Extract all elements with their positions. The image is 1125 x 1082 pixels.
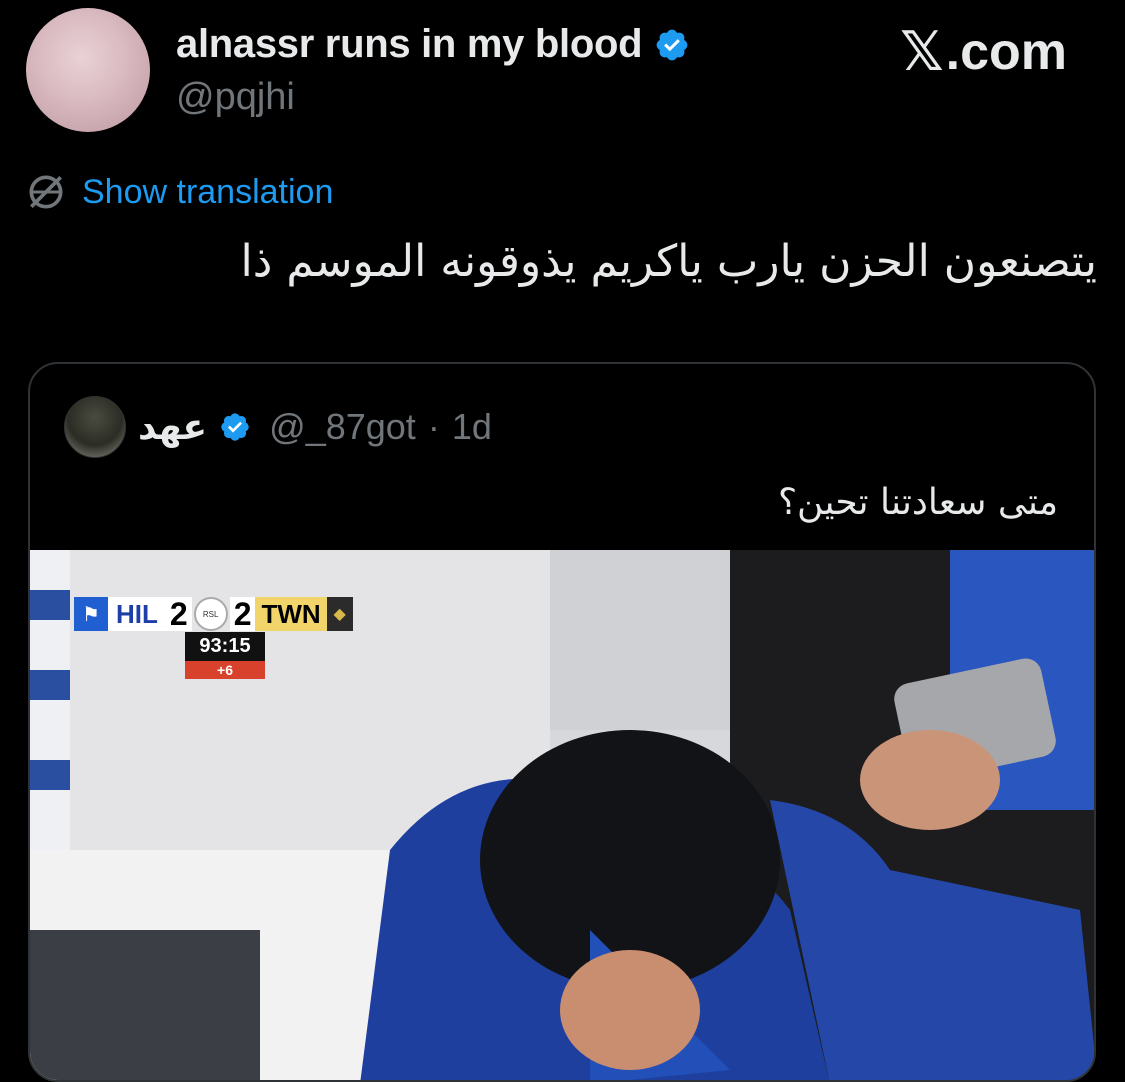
author-display-name[interactable]: alnassr runs in my blood: [176, 22, 643, 67]
away-team-logo-icon: ◆: [326, 597, 353, 631]
verified-badge-icon: [656, 29, 688, 60]
away-team-code: TWN: [255, 597, 327, 631]
tweet-text: يتصنعون الحزن يارب ياكريم يذوقونه الموسم…: [240, 236, 1097, 287]
quoted-tweet-media[interactable]: ⚑ HIL 2 RSL 2 TWN ◆ 93:15 +6: [30, 550, 1094, 1080]
match-clock: 93:15: [185, 632, 265, 661]
away-score: 2: [229, 596, 256, 632]
quoted-author-name[interactable]: عهد: [138, 407, 207, 448]
match-clock-box: 93:15 +6: [185, 632, 265, 679]
quoted-tweet-card[interactable]: عهد @_87got · 1d متى سعادتنا تحين؟ ⚑ HIL…: [28, 362, 1096, 1082]
home-score: 2: [165, 596, 192, 632]
quoted-author-handle[interactable]: @_87got: [269, 406, 416, 448]
home-team-code: HIL: [108, 597, 166, 631]
author-avatar[interactable]: [26, 8, 150, 132]
site-watermark: 𝕏 .com: [900, 20, 1067, 83]
scoreboard: ⚑ HIL 2 RSL 2 TWN ◆: [74, 596, 353, 632]
league-badge: RSL: [193, 597, 228, 631]
added-time: +6: [185, 661, 265, 679]
show-translation-label[interactable]: Show translation: [82, 173, 333, 212]
author-handle[interactable]: @pqjhi: [176, 76, 295, 119]
meta-separator: ·: [427, 406, 440, 447]
verified-badge-icon: [221, 413, 249, 441]
show-translation-link[interactable]: Show translation: [24, 170, 333, 214]
quoted-tweet-header: عهد @_87got · 1d: [64, 396, 492, 458]
site-domain: .com: [945, 22, 1067, 81]
quoted-tweet-text: متى سعادتنا تحين؟: [777, 482, 1058, 523]
x-logo-icon: 𝕏: [900, 20, 944, 83]
home-team-logo-icon: ⚑: [74, 597, 108, 631]
quoted-tweet-time[interactable]: 1d: [452, 406, 492, 448]
globe-slash-icon: [29, 175, 63, 209]
author-name-row: alnassr runs in my blood: [176, 22, 690, 67]
quoted-author-avatar[interactable]: [64, 396, 126, 458]
